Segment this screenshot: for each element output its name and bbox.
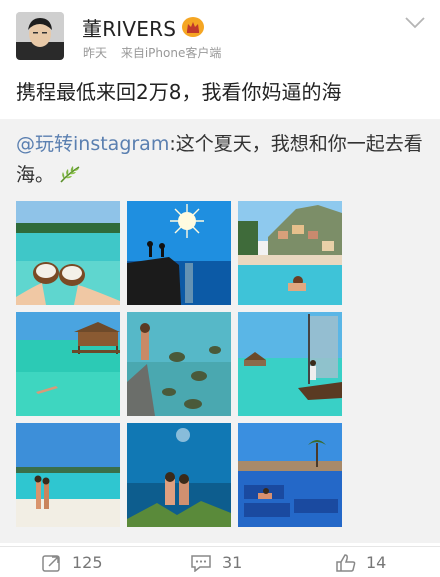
repost-text-block: @玩转instagram:这个夏天，我想和你一起去看海。 — [16, 129, 426, 191]
crown-vip-icon — [182, 17, 205, 37]
weibo-post: 董RIVERS 昨天 来自iPhone客户端 携程最低来回2万8，我看你妈逼的海… — [0, 0, 440, 577]
comment-icon — [191, 554, 211, 572]
comment-count: 31 — [222, 553, 243, 572]
cliff-town-pool-photo[interactable] — [238, 201, 342, 305]
post-time: 昨天 — [83, 46, 108, 60]
action-bar: 125 31 14 — [0, 546, 440, 577]
sailboat-lagoon-photo[interactable] — [238, 312, 342, 416]
turtles-reef-photo[interactable] — [127, 312, 231, 416]
post-text: 携程最低来回2万8，我看你妈逼的海 — [16, 80, 342, 104]
underwater-couple-photo[interactable] — [127, 423, 231, 527]
post-meta: 昨天 来自iPhone客户端 — [83, 44, 221, 61]
username-row: 董RIVERS — [82, 13, 205, 42]
repost-icon — [42, 554, 60, 572]
post-source: 来自iPhone客户端 — [120, 46, 222, 60]
avatar[interactable] — [16, 12, 64, 60]
username[interactable]: 董RIVERS — [82, 13, 176, 42]
couple-beach-photo[interactable] — [16, 423, 120, 527]
repost-card[interactable]: @玩转instagram:这个夏天，我想和你一起去看海。 — [0, 119, 440, 543]
chevron-down-icon[interactable] — [404, 16, 426, 30]
resort-pool-photo[interactable] — [238, 423, 342, 527]
overwater-bungalow-photo[interactable] — [16, 312, 120, 416]
comment-button[interactable]: 31 — [190, 553, 242, 572]
like-count: 14 — [366, 553, 387, 572]
thumbs-up-icon — [336, 553, 356, 572]
repost-button[interactable]: 125 — [42, 553, 103, 572]
sun-cliff-photo[interactable] — [127, 201, 231, 305]
palm-leaf-icon — [58, 163, 82, 183]
coconut-beach-photo[interactable] — [16, 201, 120, 305]
mention-link[interactable]: @玩转instagram — [16, 133, 169, 155]
repost-count: 125 — [72, 553, 103, 572]
like-button[interactable]: 14 — [336, 553, 386, 572]
